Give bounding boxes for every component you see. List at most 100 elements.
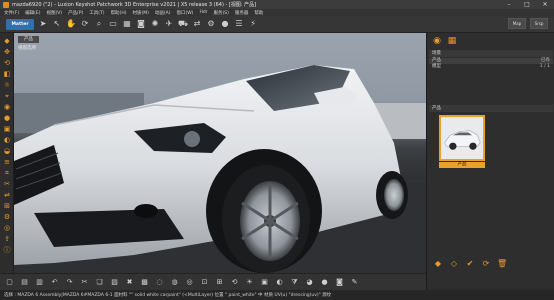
zoom-icon[interactable]: ⌕ (94, 19, 104, 29)
rotate-icon[interactable]: ⟲ (2, 59, 12, 68)
undo-icon[interactable]: ↶ (49, 277, 60, 288)
environment-icon[interactable]: ◒ (2, 147, 12, 156)
menu-view[interactable]: 视图(V) (46, 10, 62, 16)
settings-icon[interactable]: ⚙ (2, 213, 12, 222)
minimize-button[interactable]: – (500, 0, 518, 9)
scale-icon[interactable]: ◧ (2, 70, 12, 79)
measure-icon[interactable]: ⊞ (2, 202, 12, 211)
rotate-icon[interactable]: ⟳ (80, 19, 90, 29)
delete-icon[interactable]: ✖ (124, 277, 135, 288)
menu-animation[interactable]: 动画(A) (155, 10, 171, 16)
menu-help-1[interactable]: 帮助(H) (111, 10, 127, 16)
view-tab-icon[interactable]: ◉ (431, 35, 443, 47)
script-icon[interactable]: ✎ (349, 277, 360, 288)
mirror-icon[interactable]: ⇌ (2, 191, 12, 200)
sphere-icon[interactable]: ● (220, 19, 230, 29)
camera-icon[interactable]: ◙ (334, 277, 345, 288)
menu-edit[interactable]: 编辑(E) (25, 10, 40, 16)
main-toolbar: Matter ➤ ↖ ✋ ⟳ ⌕ ▭ ▦ ◙ ✺ ✈ ⛟ ⇄ ⚙ ● ☰ ⚡ M… (0, 16, 554, 33)
menu-tools[interactable]: 工具(T) (89, 10, 104, 16)
car-icon[interactable]: ⛟ (178, 19, 188, 29)
hand-icon[interactable]: ✋ (66, 19, 76, 29)
hide-icon[interactable]: ◌ (154, 277, 165, 288)
info-icon[interactable]: ⓘ (2, 246, 12, 255)
left-toolstrip: ◆ ✥ ⟲ ◧ ☼ ⌖ ◉ ● ▣ ◐ ◒ ≡ ⌗ ✂ ⇌ ⊞ ⚙ ◎ ⇪ ⓘ (0, 33, 14, 273)
product-thumbnail[interactable] (439, 115, 485, 161)
light-icon[interactable]: ☼ (2, 81, 12, 90)
record-icon[interactable]: ● (2, 114, 12, 123)
camera-icon[interactable]: ◉ (2, 103, 12, 112)
camera-tab-icon[interactable]: ▦ (446, 35, 458, 47)
render-viewport[interactable]: 产品 视窗选项 (14, 33, 426, 273)
cursor-icon[interactable]: ➤ (38, 19, 48, 29)
bolt-icon[interactable]: ⚡ (248, 19, 258, 29)
menu-server[interactable]: 服务器 (235, 10, 249, 16)
render-icon[interactable]: ▣ (259, 277, 270, 288)
menu-hdr[interactable]: Hdr (199, 10, 207, 15)
redo-icon[interactable]: ↷ (64, 277, 75, 288)
arrows-icon[interactable]: ⇄ (192, 19, 202, 29)
menu-window[interactable]: 窗口(W) (176, 10, 193, 16)
window-controls: – □ ✕ (500, 0, 554, 9)
arrow-icon[interactable]: ↖ (52, 19, 62, 29)
diamond-outline-icon[interactable]: ◇ (449, 259, 459, 269)
product-thumbnail-label: 产品 (439, 162, 485, 168)
bottom-toolbar: ▢ ▤ ▥ ↶ ↷ ✂ ❏ ▨ ✖ ▩ ◌ ◍ ◎ ⊡ ⊞ ⟲ ☀ ▣ ◐ ⧩ … (0, 273, 426, 290)
export-icon[interactable]: ⇪ (2, 235, 12, 244)
new-icon[interactable]: ▢ (4, 277, 15, 288)
isolate-icon[interactable]: ◎ (184, 277, 195, 288)
camera-icon[interactable]: ◙ (136, 19, 146, 29)
cut-icon[interactable]: ✂ (79, 277, 90, 288)
save-icon[interactable]: ▥ (34, 277, 45, 288)
right-panel: ◉ ▦ 场景 产品 已有 模型 1 / 1 产品 产品 ◆ ◇ ✔ ⟳ 🗑 (426, 33, 554, 290)
light-icon[interactable]: ☀ (244, 277, 255, 288)
paste-icon[interactable]: ▨ (109, 277, 120, 288)
layer-icon[interactable]: ≡ (2, 158, 12, 167)
menu-material[interactable]: 材质(M) (132, 10, 148, 16)
srsp-button[interactable]: Srsp (530, 18, 548, 29)
menu-service[interactable]: 服务(S) (214, 10, 229, 16)
close-button[interactable]: ✕ (536, 0, 554, 9)
reset-icon[interactable]: ⟲ (229, 277, 240, 288)
layers-icon[interactable]: ☰ (234, 19, 244, 29)
snap-icon[interactable]: ⌖ (2, 92, 12, 101)
sphere-icon[interactable]: ● (319, 277, 330, 288)
viewport-tab[interactable]: 产品 (18, 36, 39, 43)
open-icon[interactable]: ▤ (19, 277, 30, 288)
clip-icon[interactable]: ✂ (2, 180, 12, 189)
fit-icon[interactable]: ⊡ (199, 277, 210, 288)
maximize-button[interactable]: □ (518, 0, 536, 9)
keyshot-icon[interactable]: ◎ (2, 224, 12, 233)
product-section-header[interactable]: 产品 (429, 105, 553, 112)
material-icon[interactable]: ◐ (2, 136, 12, 145)
check-icon[interactable]: ✔ (465, 259, 475, 269)
map-button[interactable]: Map (508, 18, 526, 29)
diamond-icon[interactable]: ◆ (433, 259, 443, 269)
tag-icon[interactable]: ⌗ (2, 169, 12, 178)
show-icon[interactable]: ◍ (169, 277, 180, 288)
render-icon[interactable]: ▣ (2, 125, 12, 134)
menu-product[interactable]: 产品(P) (68, 10, 83, 16)
material-icon[interactable]: ◐ (274, 277, 285, 288)
frame-icon[interactable]: ⊞ (214, 277, 225, 288)
light-icon[interactable]: ✺ (150, 19, 160, 29)
scene-section-header[interactable]: 场景 (429, 50, 553, 57)
menu-file[interactable]: 文件(F) (4, 10, 19, 16)
car-render-image (14, 65, 426, 273)
mode-button[interactable]: Matter (6, 18, 34, 30)
rectangle-icon[interactable]: ▭ (108, 19, 118, 29)
color-icon[interactable]: ◕ (304, 277, 315, 288)
refresh-icon[interactable]: ⟳ (481, 259, 491, 269)
grid-icon[interactable]: ▦ (122, 19, 132, 29)
group-icon[interactable]: ▩ (139, 277, 150, 288)
trash-icon[interactable]: 🗑 (497, 259, 507, 269)
copy-icon[interactable]: ❏ (94, 277, 105, 288)
move-icon[interactable]: ✥ (2, 48, 12, 57)
select-icon[interactable]: ◆ (2, 37, 12, 46)
menu-help[interactable]: 帮助 (254, 10, 263, 16)
filter-icon[interactable]: ⧩ (289, 277, 300, 288)
aircraft-icon[interactable]: ✈ (164, 19, 174, 29)
scene-row-model[interactable]: 模型 1 / 1 (429, 64, 553, 70)
menu-bar: 文件(F) 编辑(E) 视图(V) 产品(P) 工具(T) 帮助(H) 材质(M… (0, 9, 554, 16)
gear-icon[interactable]: ⚙ (206, 19, 216, 29)
